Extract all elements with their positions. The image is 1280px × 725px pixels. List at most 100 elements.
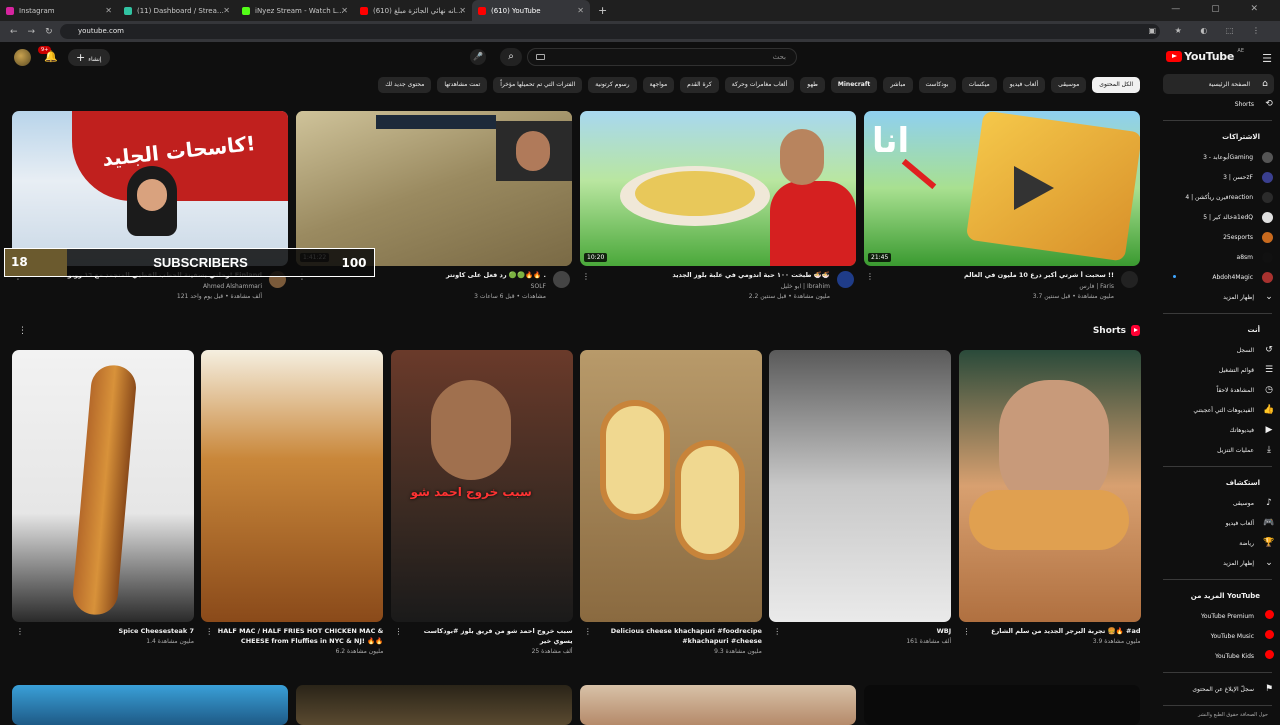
sidebar-item[interactable]: ⚑ سجلّ الإبلاغ عن المحتوى <box>1155 679 1280 699</box>
bell-icon[interactable]: 🔔 <box>44 50 58 63</box>
more-actions-icon[interactable]: ⋮ <box>963 627 971 636</box>
forward-icon[interactable]: → <box>28 27 36 37</box>
short-card[interactable]: ⋮ Delicious cheese khachapuri #foodrecipe… <box>579 350 762 655</box>
sidebar-item[interactable]: YouTube Kids <box>1155 646 1280 666</box>
microphone-icon[interactable]: 🎤 <box>470 49 486 65</box>
filter-chip[interactable]: مباشر <box>883 77 913 93</box>
short-title[interactable]: تجربة البرجر الجديد من سلم الشارع 🍔🔥 #ad <box>975 626 1140 636</box>
filter-chip[interactable]: ألعاب مغامرات وحركة <box>724 77 795 93</box>
short-title[interactable]: Spice Cheesesteak 7 <box>28 626 194 636</box>
video-title[interactable]: سحبت أ شرتي أكبر درع 10 مليون في العالم … <box>878 271 1114 279</box>
browser-tab[interactable]: (610) YouTube ✕ <box>472 0 590 21</box>
short-thumbnail[interactable] <box>579 350 762 622</box>
short-thumbnail[interactable] <box>958 350 1141 622</box>
close-tab-icon[interactable]: ✕ <box>577 6 584 15</box>
video-card[interactable]: كاسحات الجليد! ⋮رحلتي بسفينة الحطب القطبي… <box>12 111 288 311</box>
short-card[interactable]: سبب خروج احمد شو ⋮ سبب خروج احمد شو من فري… <box>390 350 573 655</box>
filter-chip[interactable]: مواجهة <box>642 77 675 93</box>
filter-chip[interactable]: تمت مشاهدتها <box>437 77 488 93</box>
video-thumbnail[interactable] <box>864 685 1140 725</box>
video-thumbnail[interactable] <box>12 685 288 725</box>
sidebar-item[interactable]: ⌂ الصفحة الرئيسية <box>1163 74 1274 94</box>
new-tab-button[interactable]: + <box>598 4 607 17</box>
short-card[interactable]: ⋮ HALF MAC / HALF FRIES HOT CHICKEN MAC &… <box>201 350 384 655</box>
sidebar-item[interactable]: YouTube Music <box>1155 626 1280 646</box>
sidebar-item[interactable]: ⌄ إظهار المزيد <box>1155 287 1280 307</box>
video-thumbnail[interactable]: انا 21:45 <box>864 111 1140 266</box>
sidebar-item[interactable]: 25esports <box>1155 227 1280 247</box>
short-title[interactable]: WBJ <box>785 626 952 636</box>
channel-name[interactable]: Ahmed Alshammari <box>26 283 262 290</box>
filter-chip[interactable]: موسيقى <box>1051 77 1087 93</box>
short-title[interactable]: HALF MAC / HALF FRIES HOT CHICKEN MAC & … <box>217 626 384 646</box>
search-icon[interactable]: ⌕ <box>500 48 522 66</box>
close-tab-icon[interactable]: ✕ <box>105 6 112 15</box>
more-actions-icon[interactable]: ⋮ <box>205 627 213 636</box>
short-thumbnail[interactable]: سبب خروج احمد شو <box>390 350 573 622</box>
video-thumbnail[interactable]: كاسحات الجليد! <box>12 111 288 266</box>
channel-name[interactable]: فارس | Faris <box>878 283 1114 290</box>
channel-avatar[interactable] <box>1121 271 1138 288</box>
channel-name[interactable]: ابو خليل | Ibrahim <box>594 283 830 290</box>
hamburger-menu-icon[interactable]: ☰ <box>1262 52 1272 65</box>
more-actions-icon[interactable]: ⋮ <box>866 272 874 281</box>
short-title[interactable]: سبب خروج احمد شو من فريق بلوز #بودكاست ي… <box>407 626 573 646</box>
more-actions-icon[interactable]: ⋮ <box>584 627 592 636</box>
sidebar-item[interactable]: YouTube Premium <box>1155 606 1280 626</box>
channel-avatar[interactable] <box>553 271 570 288</box>
sidebar-item[interactable]: ☰ قوائم التشغيل <box>1155 360 1280 380</box>
browser-tab[interactable]: (11) Dashboard / Streamlabs✕ <box>118 0 236 21</box>
short-card[interactable]: ⋮ Spice Cheesesteak 7 1.4 مليون مشاهدة <box>12 350 194 645</box>
browser-tab[interactable]: Instagram ✕ <box>0 0 118 21</box>
sidebar-item[interactable]: خالد كير | 5a1edQ <box>1155 207 1280 227</box>
close-tab-icon[interactable]: ✕ <box>459 6 466 15</box>
video-card[interactable]: 10:20 ⋮ طبخت ١٠٠ حبة اندومي في علبة بلوز ا… <box>580 111 856 311</box>
reload-icon[interactable]: ↻ <box>45 27 53 37</box>
more-actions-icon[interactable]: ⋮ <box>16 627 24 636</box>
sidebar-item[interactable]: أبوعابد - 3Gaming <box>1155 147 1280 167</box>
sidebar-item[interactable]: ⤓ عمليات التنزيل <box>1155 440 1280 460</box>
short-card[interactable]: ⋮ تجربة البرجر الجديد من سلم الشارع 🍔🔥 #a… <box>958 350 1141 645</box>
filter-chip[interactable]: بودكاست <box>918 77 956 93</box>
filter-chip[interactable]: ألعاب فيديو <box>1002 77 1046 93</box>
sidebar-item[interactable]: فيرن ريأكشن | 4reaction <box>1155 187 1280 207</box>
more-actions-icon[interactable]: ⋮ <box>395 627 403 636</box>
sidebar-item[interactable]: حسن | 3zF <box>1155 167 1280 187</box>
video-thumbnail[interactable]: 1:41:22 <box>296 111 572 266</box>
section-menu-icon[interactable]: ⋮ <box>18 326 27 336</box>
filter-chip[interactable]: طهو <box>800 77 825 93</box>
video-thumbnail[interactable] <box>580 685 856 725</box>
filter-chip[interactable]: رسوم كرتونية <box>588 77 637 93</box>
video-thumbnail[interactable]: 10:20 <box>580 111 856 266</box>
sidebar-item[interactable]: ↺ السجل <box>1155 340 1280 360</box>
sidebar-item[interactable]: ◷ المشاهدة لاحقاً <box>1155 380 1280 400</box>
youtube-logo[interactable]: YouTube AE <box>1166 48 1244 63</box>
close-tab-icon[interactable]: ✕ <box>223 6 230 15</box>
filter-chip[interactable]: الكل المحتوى <box>1092 77 1140 93</box>
back-icon[interactable]: ← <box>10 27 18 37</box>
sidebar-item[interactable]: Abdoh4Magic <box>1155 267 1280 287</box>
short-title[interactable]: Delicious cheese khachapuri #foodrecipe … <box>596 626 762 646</box>
sidebar-section-title[interactable]: المزيد من YouTube <box>1155 586 1280 606</box>
url-field[interactable]: youtube.com <box>60 24 1160 39</box>
more-actions-icon[interactable]: ⋮ <box>582 272 590 281</box>
channel-name[interactable]: SOLF <box>310 283 546 290</box>
filter-chip[interactable]: ميكسات <box>961 77 997 93</box>
filter-chip[interactable]: محتوى جديد لك <box>378 77 432 93</box>
browser-tab[interactable]: iNyez Stream - Watch Live on Kick✕ <box>236 0 354 21</box>
sidebar-item[interactable]: 🎮 ألعاب فيديو <box>1155 513 1280 533</box>
search-input[interactable]: بحث <box>527 48 797 66</box>
more-actions-icon[interactable]: ⋮ <box>773 627 781 636</box>
short-thumbnail[interactable] <box>201 350 384 622</box>
sidebar-item[interactable]: a8sm <box>1155 247 1280 267</box>
video-card[interactable]: 1:41:22 ⋮رد فعل على كاونتر 🟢🟢🔥🔥 .SOLF3 مش… <box>296 111 572 311</box>
create-button[interactable]: + إنشاء <box>68 49 110 66</box>
short-thumbnail[interactable] <box>769 350 952 622</box>
video-thumbnail[interactable] <box>296 685 572 725</box>
sidebar-footer[interactable]: حول الصحافة حقوق الطبع والنشر <box>1155 712 1280 718</box>
sidebar-item[interactable]: 👍 الفيديوهات التي أعجبتني <box>1155 400 1280 420</box>
filter-chip[interactable]: كرة القدم <box>680 77 719 93</box>
short-thumbnail[interactable] <box>12 350 194 622</box>
keyboard-icon[interactable] <box>536 54 545 60</box>
sidebar-section-title[interactable]: الاشتراكات <box>1155 127 1280 147</box>
